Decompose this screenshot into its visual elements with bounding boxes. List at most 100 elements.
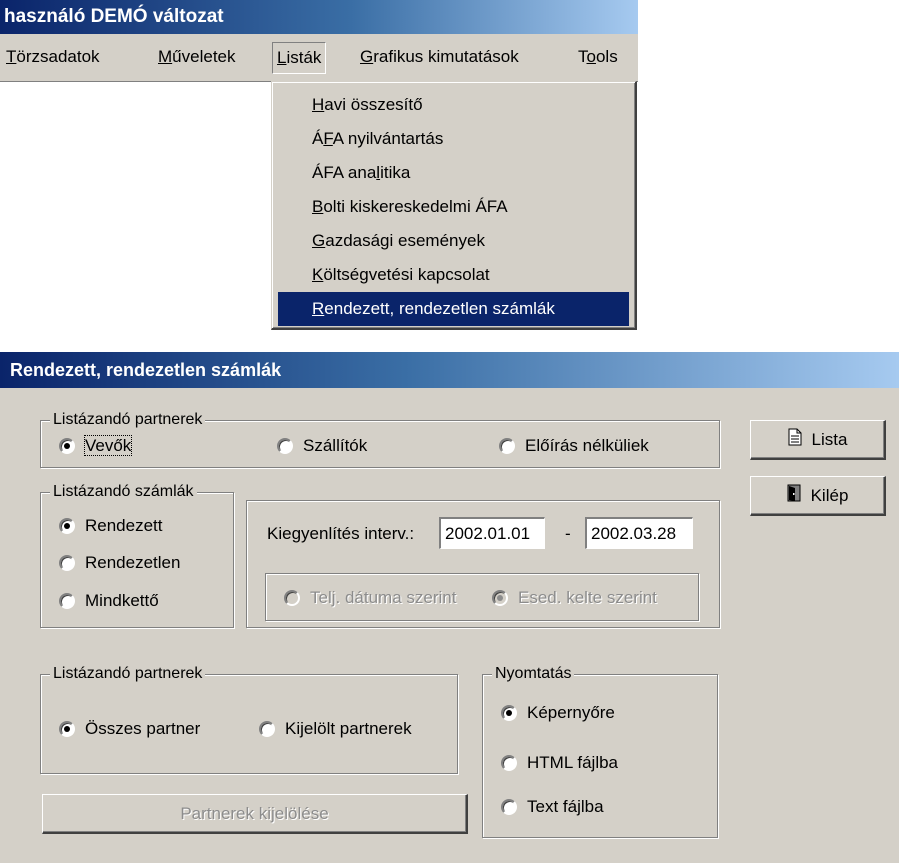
partner-scope-group: Listázandó partnerek Összes partner Kije… <box>40 664 458 774</box>
radio-vevok[interactable]: Vevők <box>59 434 133 458</box>
radio-checked-icon <box>492 590 508 606</box>
settlement-interval-label: Kiegyenlítés interv.: <box>267 519 414 549</box>
list-button[interactable]: Lista <box>750 420 886 460</box>
group-legend: Listázandó partnerek <box>50 410 206 430</box>
dropdown-item-havi-osszesito[interactable]: Havi összesítő <box>278 88 629 122</box>
dropdown-item-accel: F <box>323 129 333 148</box>
menu-muveletek[interactable]: Műveletek <box>154 42 240 72</box>
dialog-title-bar: Rendezett, rendezetlen számlák <box>0 352 899 388</box>
radio-checked-icon <box>501 705 517 721</box>
label-text: Kie <box>267 524 292 543</box>
radio-label: HTML fájlba <box>527 753 619 772</box>
radio-label: Kijelölt partnerek <box>285 719 412 738</box>
date-range-separator: - <box>565 524 571 543</box>
radio-telj-datuma-szerint[interactable]: Telj. dátuma szerint <box>284 586 456 610</box>
date-basis-group: Telj. dátuma szerint Esed. kelte szerint <box>265 573 699 621</box>
radio-label: Összes partner <box>85 719 201 738</box>
radio-checked-icon <box>59 518 75 534</box>
dropdown-item-label: öltségvetési kapcsolat <box>323 265 490 284</box>
radio-html-fajlba[interactable]: HTML fájlba <box>501 751 618 775</box>
radio-mindketto[interactable]: Mindkettő <box>59 589 159 613</box>
dropdown-item-accel: B <box>312 197 324 216</box>
radio-esed-kelte-szerint[interactable]: Esed. kelte szerint <box>492 586 657 610</box>
dropdown-item-koltsegvetesi-kapcsolat[interactable]: Költségvetési kapcsolat <box>278 258 629 292</box>
radio-rendezetlen[interactable]: Rendezetlen <box>59 551 180 575</box>
radio-szallitok[interactable]: Szállítók <box>277 434 367 458</box>
listak-dropdown-menu: Havi összesítő ÁFA nyilvántartás ÁFA ana… <box>271 81 637 330</box>
radio-unchecked-icon <box>499 438 515 454</box>
menu-bar: Törzsadatok Műveletek Listák Grafikus ki… <box>0 34 638 82</box>
radio-label: Előírás nélküliek <box>525 436 649 455</box>
dropdown-item-accel: K <box>312 265 324 284</box>
document-icon <box>788 422 802 460</box>
dropdown-item-label: itika <box>380 163 411 182</box>
menu-label: ols <box>595 47 618 66</box>
invoices-group: Listázandó számlák Rendezett Rendezetlen… <box>40 482 234 628</box>
radio-label: Mindkettő <box>85 591 159 610</box>
dropdown-item-gazdasagi-esemenyek[interactable]: Gazdasági események <box>278 224 629 258</box>
radio-label: Szállítók <box>303 436 368 455</box>
app-title-bar: használó DEMÓ változat <box>0 0 638 34</box>
exit-button[interactable]: Kilép <box>750 476 886 516</box>
radio-unchecked-icon <box>259 721 275 737</box>
exit-button-label: Kilép <box>810 486 849 505</box>
dropdown-item-rendezett-rendezetlen-szamlak[interactable]: Rendezett, rendezetlen számlák <box>278 292 629 326</box>
menu-torzsadatok[interactable]: Törzsadatok <box>2 42 104 72</box>
dropdown-item-accel: R <box>312 299 325 318</box>
menu-grafikus-kimutatasok[interactable]: Grafikus kimutatások <box>356 42 523 72</box>
dropdown-item-bolti-kiskereskedelmi-afa[interactable]: Bolti kiskereskedelmi ÁFA <box>278 190 629 224</box>
print-group: Nyomtatás Képernyőre HTML fájlba Text fá… <box>482 664 718 838</box>
radio-osszes-partner[interactable]: Összes partner <box>59 717 200 741</box>
menu-label: rafikus kimutatások <box>373 47 519 66</box>
menu-listak[interactable]: Listák <box>272 42 327 74</box>
menu-accel: T <box>6 47 17 66</box>
dropdown-item-label: azdasági események <box>325 231 485 250</box>
dropdown-item-label: ÁFA ana <box>312 163 377 182</box>
menu-label: örzsadatok <box>16 47 100 66</box>
menu-tools[interactable]: Tools <box>574 42 622 72</box>
radio-label: Rendezetlen <box>85 553 181 572</box>
menu-accel: G <box>360 47 374 66</box>
door-exit-icon <box>787 478 801 516</box>
menu-label: T <box>578 47 587 66</box>
radio-eloiras-nelkuliek[interactable]: Előírás nélküliek <box>499 434 649 458</box>
radio-kepernyore[interactable]: Képernyőre <box>501 701 615 725</box>
label-accel: g <box>291 524 302 543</box>
menu-label: űveletek <box>172 47 236 66</box>
radio-rendezett[interactable]: Rendezett <box>59 514 163 538</box>
radio-checked-icon <box>59 438 75 454</box>
partners-type-group: Listázandó partnerek Vevők Szállítók Elő… <box>40 410 720 468</box>
menu-accel: o <box>586 47 596 66</box>
radio-unchecked-icon <box>284 590 300 606</box>
radio-label: Rendezett <box>85 516 163 535</box>
group-legend: Listázandó számlák <box>50 482 197 502</box>
dropdown-item-afa-analitika[interactable]: ÁFA analitika <box>278 156 629 190</box>
radio-unchecked-icon <box>59 593 75 609</box>
select-partners-button[interactable]: Partnerek kijelölése <box>42 794 468 834</box>
radio-kijelolt-partnerek[interactable]: Kijelölt partnerek <box>259 717 412 741</box>
dialog-window: Rendezett, rendezetlen számlák Listázand… <box>0 352 899 863</box>
settlement-interval-group: Kiegyenlítés interv.: 2002.01.01 - 2002.… <box>246 500 720 628</box>
date-from-field[interactable]: 2002.01.01 <box>439 517 545 549</box>
app-title: használó DEMÓ változat <box>4 6 224 27</box>
radio-unchecked-icon <box>59 555 75 571</box>
dropdown-item-label: Á <box>312 129 324 148</box>
radio-text-fajlba[interactable]: Text fájlba <box>501 795 604 819</box>
radio-label: Képernyőre <box>527 703 615 722</box>
dialog-title: Rendezett, rendezetlen számlák <box>10 360 282 380</box>
radio-unchecked-icon <box>501 755 517 771</box>
radio-unchecked-icon <box>277 438 293 454</box>
menu-label: isták <box>286 48 322 67</box>
dropdown-item-label: avi összesítő <box>324 95 423 114</box>
dropdown-item-afa-nyilvantartas[interactable]: ÁFA nyilvántartás <box>278 122 629 156</box>
group-legend: Listázandó partnerek <box>50 664 206 684</box>
radio-label: Esed. kelte szerint <box>518 588 657 607</box>
radio-label: Vevők <box>83 435 133 456</box>
label-text: yenlítés interv.: <box>301 524 415 543</box>
radio-label: Telj. dátuma szerint <box>310 588 457 607</box>
radio-label: Text fájlba <box>527 797 604 816</box>
menu-accel: M <box>158 47 173 66</box>
group-legend: Nyomtatás <box>492 664 575 684</box>
date-to-field[interactable]: 2002.03.28 <box>585 517 693 549</box>
dropdown-item-label: olti kiskereskedelmi ÁFA <box>323 197 508 216</box>
